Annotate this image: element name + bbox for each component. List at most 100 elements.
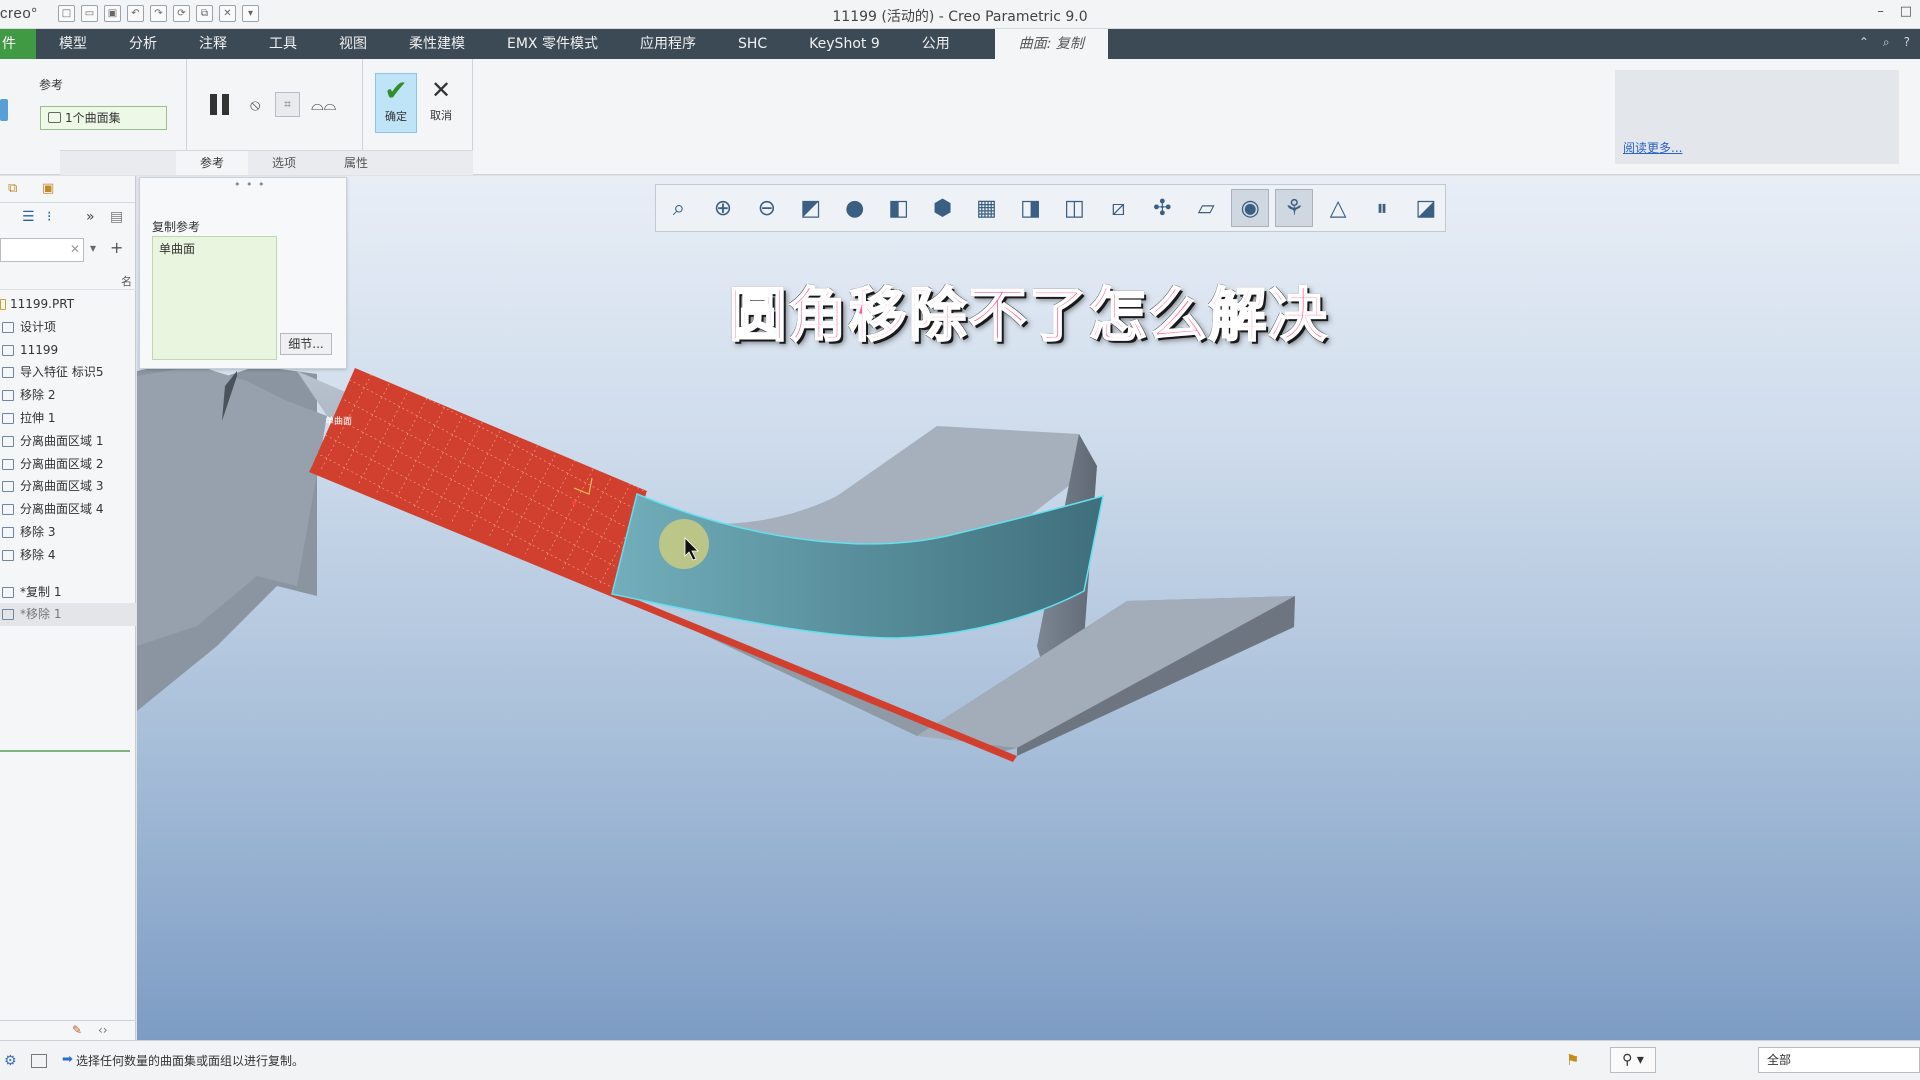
remove-feature-icon (2, 390, 14, 402)
menu-keyshot[interactable]: KeyShot 9 (788, 29, 901, 59)
surface-tag: 单曲面 (325, 415, 352, 427)
tree-item[interactable]: 分离曲面区域 1 (0, 430, 136, 453)
insert-indicator[interactable] (0, 750, 130, 752)
plane-display-icon[interactable]: ✣ (1143, 189, 1181, 227)
appearance-icon[interactable]: ◉ (1231, 189, 1270, 227)
pause-icon[interactable]: ⏸ (1363, 189, 1401, 227)
graphics-bar-icon[interactable]: ⚙ (4, 1053, 17, 1069)
split-surface-icon (2, 458, 14, 470)
menu-analysis[interactable]: 分析 (108, 29, 178, 59)
model-tree-tab-icon[interactable]: ⧉ (8, 181, 17, 196)
list-item[interactable]: 单曲面 (153, 237, 276, 260)
tree-item[interactable]: 移除 3 (0, 521, 136, 544)
menu-annotate[interactable]: 注释 (178, 29, 248, 59)
datum-display-icon[interactable]: ⧄ (1099, 189, 1137, 227)
scroll-arrows-icon[interactable]: ‹› (98, 1023, 108, 1037)
tab-properties[interactable]: 属性 (320, 151, 392, 175)
surface-mesh (312, 368, 647, 594)
tree-item[interactable]: 分离曲面区域 4 (0, 498, 136, 521)
menu-shc[interactable]: SHC (717, 29, 788, 59)
refit-icon[interactable]: ⌕ (660, 189, 698, 227)
tab-references[interactable]: 参考 (176, 151, 248, 175)
shade-icon[interactable]: ◪ (1407, 189, 1445, 227)
menu-flexible-modeling[interactable]: 柔性建模 (388, 29, 486, 59)
preview-button[interactable]: ⌗ (275, 92, 300, 117)
collapse-ribbon-icon[interactable]: ⌃ (1859, 35, 1869, 50)
tree-item[interactable]: 拉伸 1 (0, 407, 136, 430)
cancel-button[interactable]: ✕ 取消 (423, 73, 459, 133)
section-icon[interactable]: ◨ (1012, 189, 1050, 227)
surface-set-collector[interactable]: 1个曲面集 (40, 106, 167, 130)
repaint-icon[interactable]: ◩ (792, 189, 830, 227)
saved-orientations-icon[interactable]: ◧ (880, 189, 918, 227)
minimize-button[interactable]: – (1877, 4, 1884, 19)
add-filter-icon[interactable]: + (110, 238, 123, 257)
perspective-icon[interactable]: ▦ (968, 189, 1006, 227)
surface-icon (0, 99, 8, 121)
graphics-window[interactable]: 单曲面 ⌕ ⊕ ⊖ ◩ ● ◧ ⬢ ▦ ◨ ◫ ⧄ ✣ ▱ ◉ ⚘ △ ⏸ ◪ … (137, 176, 1920, 1040)
zoom-out-icon[interactable]: ⊖ (748, 189, 786, 227)
menu-tools[interactable]: 工具 (248, 29, 318, 59)
spin-center-icon[interactable]: ▱ (1187, 189, 1225, 227)
sketch-icon[interactable]: ✎ (72, 1023, 82, 1037)
find-button[interactable]: ⚲ ▾ (1610, 1047, 1656, 1073)
help-icon[interactable]: ? (1904, 35, 1910, 50)
display-style-icon[interactable]: ● (836, 189, 874, 227)
tree-item[interactable]: 分离曲面区域 2 (0, 453, 136, 476)
verify-preview-icon[interactable]: ⌓⌓ (311, 95, 336, 115)
tree-item[interactable]: 分离曲面区域 3 (0, 475, 136, 498)
pause-button[interactable] (210, 92, 232, 116)
zoom-in-icon[interactable]: ⊕ (704, 189, 742, 227)
search-icon[interactable]: ⌕ (1883, 35, 1890, 50)
cancel-icon: ✕ (430, 76, 452, 104)
more-icon[interactable]: » (86, 209, 95, 225)
tree-view-icon[interactable]: ☰ (22, 209, 35, 225)
import-feature-icon (2, 367, 14, 379)
tab-surface-copy[interactable]: 曲面: 复制 (994, 29, 1108, 59)
video-caption: 圆角移除不了怎么解决 (727, 280, 1329, 350)
copy-references-list[interactable]: 单曲面 (152, 236, 277, 360)
tab-options[interactable]: 选项 (248, 151, 320, 175)
tree-item[interactable]: 导入特征 标识5 (0, 361, 136, 384)
remove-feature-icon (2, 549, 14, 561)
clear-search-icon[interactable]: ✕ (70, 242, 80, 256)
tree-item[interactable]: 11199.PRT (0, 293, 136, 316)
menu-common[interactable]: 公用 (901, 29, 971, 59)
ok-button[interactable]: ✔ 确定 (375, 73, 417, 133)
tree-item[interactable]: *复制 1 (0, 581, 136, 604)
window-controls: – □ (1877, 4, 1912, 19)
filter-dropdown-icon[interactable]: ▾ (90, 241, 96, 255)
tree-item[interactable]: 11199 (0, 339, 136, 362)
copy-feature-icon (2, 586, 14, 598)
selection-filter[interactable]: 全部 (1758, 1047, 1920, 1073)
menu-model[interactable]: 模型 (36, 29, 108, 59)
panel-bottom-bar: ✎ ‹› (0, 1020, 136, 1040)
render-icon[interactable]: ⚘ (1275, 189, 1314, 227)
csys-icon (2, 344, 14, 356)
read-more-link[interactable]: 阅读更多... (1623, 139, 1682, 156)
tree-item[interactable]: 移除 4 (0, 544, 136, 567)
menu-applications[interactable]: 应用程序 (619, 29, 717, 59)
tree-item[interactable]: 移除 2 (0, 384, 136, 407)
view-manager-icon[interactable]: ⬢ (924, 189, 962, 227)
flag-icon[interactable]: ⚑ (1566, 1051, 1579, 1069)
csys-origin (572, 501, 576, 505)
menu-view[interactable]: 视图 (318, 29, 388, 59)
menu-emx[interactable]: EMX 零件模式 (486, 29, 619, 59)
triangle-icon[interactable]: △ (1319, 189, 1357, 227)
details-button[interactable]: 细节... (280, 333, 332, 355)
popup-grip[interactable]: • • • (234, 178, 265, 191)
annotation-display-icon[interactable]: ◫ (1055, 189, 1093, 227)
restore-button[interactable]: □ (1900, 4, 1912, 19)
tree-search-input[interactable]: ✕ (0, 238, 84, 262)
no-preview-icon[interactable]: ⦸ (250, 95, 260, 115)
ribbon-separator (362, 59, 363, 159)
full-screen-icon[interactable] (31, 1054, 47, 1068)
tree-columns-icon[interactable]: ▤ (110, 209, 123, 225)
folder-browser-tab-icon[interactable]: ▣ (42, 181, 54, 196)
menu-file[interactable]: 件 (0, 29, 36, 59)
tree-item[interactable]: *移除 1 (0, 603, 136, 627)
panel-tab-bar: ⧉ ▣ (0, 176, 135, 203)
tree-item[interactable]: 设计项 (0, 316, 136, 339)
tree-settings-icon[interactable]: ⁝ (47, 209, 51, 225)
